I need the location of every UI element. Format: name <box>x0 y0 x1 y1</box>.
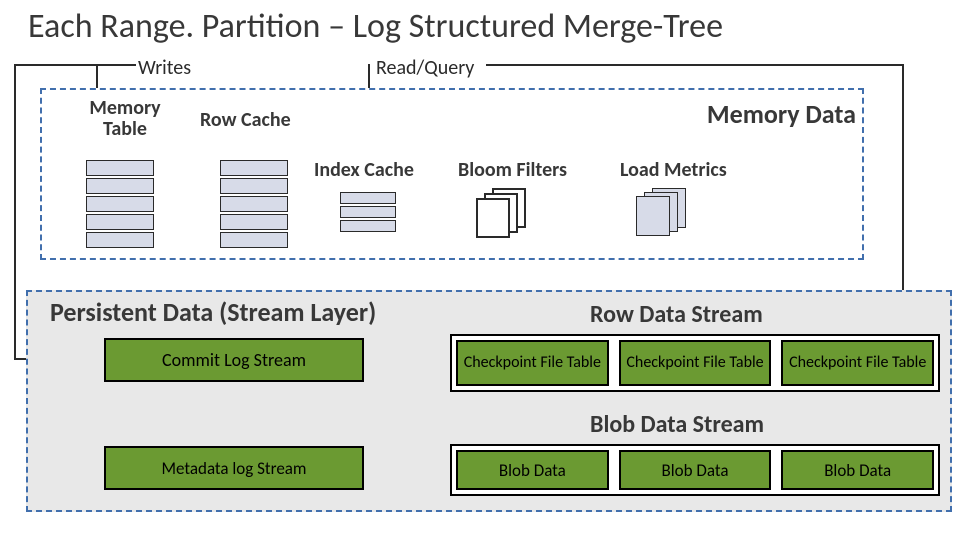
slide-title: Each Range. Partition – Log Structured M… <box>28 6 723 47</box>
blob-data-cell: Blob Data <box>781 450 934 490</box>
writes-arrow-h0 <box>14 64 96 66</box>
row-cache-label: Row Cache <box>200 108 291 132</box>
checkpoint-file-table: Checkpoint File Table <box>781 340 934 386</box>
writes-label: Writes <box>138 56 191 80</box>
blob-data-cell: Blob Data <box>619 450 772 490</box>
persistent-data-title: Persistent Data (Stream Layer) <box>50 296 376 328</box>
row-data-stream-container: Checkpoint File Table Checkpoint File Ta… <box>450 334 940 392</box>
readquery-arrow-v <box>368 64 370 90</box>
load-metrics-label: Load Metrics <box>620 158 727 182</box>
memory-table-icon <box>86 160 154 250</box>
index-cache-label: Index Cache <box>314 158 414 182</box>
bloom-filters-icon <box>476 188 536 242</box>
memory-data-label: Memory Data <box>707 98 856 130</box>
row-data-stream-label: Row Data Stream <box>590 300 763 329</box>
metadata-log-stream: Metadata log Stream <box>104 446 364 490</box>
memory-table-label: Memory Table <box>70 98 180 140</box>
checkpoint-file-table: Checkpoint File Table <box>619 340 772 386</box>
read-query-label: Read/Query <box>376 56 474 80</box>
load-metrics-icon <box>636 188 696 242</box>
blob-data-cell: Blob Data <box>456 450 609 490</box>
commit-log-stream: Commit Log Stream <box>104 338 364 382</box>
index-cache-icon <box>340 192 408 234</box>
writes-arrow-h1 <box>96 64 136 66</box>
readquery-arrow-h <box>486 64 904 66</box>
blob-data-stream-label: Blob Data Stream <box>590 410 764 439</box>
blob-data-stream-container: Blob Data Blob Data Blob Data <box>450 444 940 496</box>
writes-arrow-v-outer <box>14 64 16 360</box>
row-cache-icon <box>220 160 288 250</box>
bloom-filters-label: Bloom Filters <box>458 158 567 182</box>
checkpoint-file-table: Checkpoint File Table <box>456 340 609 386</box>
